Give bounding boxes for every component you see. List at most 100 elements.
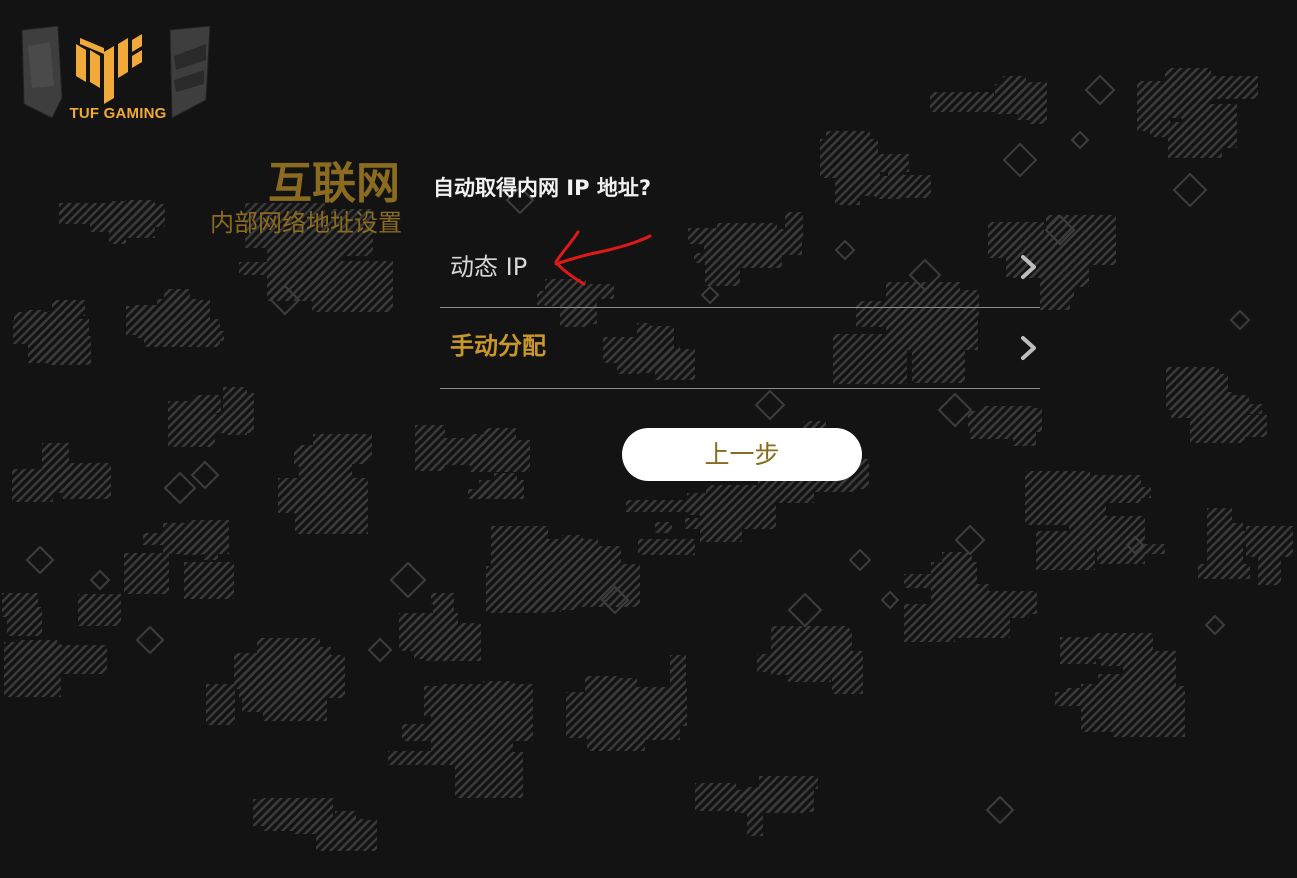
camo-block	[206, 684, 235, 725]
camo-block	[670, 655, 686, 687]
camo-block	[747, 811, 763, 836]
camo-block	[1182, 104, 1237, 148]
camo-diamond	[1172, 172, 1208, 208]
camo-block	[569, 564, 640, 607]
camo-block	[1053, 274, 1074, 299]
camo-block	[21, 663, 57, 677]
camo-block	[193, 395, 221, 413]
camo-block	[1101, 649, 1138, 666]
camo-block	[431, 718, 449, 741]
camo-block	[433, 599, 454, 641]
page-subtitle: 内部网络地址设置	[210, 209, 402, 237]
chevron-right-icon	[1021, 336, 1036, 360]
camo-diamond	[135, 625, 165, 655]
camo-block	[1113, 686, 1185, 737]
camo-block	[1190, 396, 1245, 443]
camo-block	[1118, 487, 1151, 498]
camo-diamond	[1229, 309, 1251, 331]
page-title: 互联网	[268, 158, 400, 209]
camo-block	[626, 500, 697, 512]
camo-block	[1036, 531, 1095, 570]
camo-block	[239, 262, 271, 275]
camo-block	[1105, 530, 1119, 545]
camo-block	[494, 473, 517, 491]
camo-block	[52, 300, 85, 316]
camo-diamond	[937, 392, 973, 428]
camo-block	[13, 320, 44, 344]
camo-block	[930, 92, 994, 112]
camo-block	[278, 478, 309, 513]
camo-block	[179, 420, 219, 431]
camo-diamond	[954, 524, 986, 556]
camo-diamond	[880, 590, 900, 610]
camo-diamond	[848, 548, 872, 572]
brand-name: TUF GAMING	[69, 105, 167, 122]
camo-diamond	[89, 569, 111, 591]
camo-block	[270, 241, 289, 297]
camo-block	[144, 312, 174, 347]
camo-block	[638, 539, 695, 555]
camo-block	[49, 470, 85, 489]
camo-diamond	[163, 471, 197, 505]
camo-block	[860, 171, 880, 196]
camo-block	[826, 131, 870, 172]
camo-block	[294, 251, 324, 295]
camo-block	[655, 522, 672, 533]
camo-block	[248, 665, 315, 700]
camo-diamond	[787, 592, 823, 628]
camo-block	[1030, 91, 1046, 124]
camo-diamond	[754, 389, 786, 421]
camo-diamond	[25, 545, 55, 575]
option-manual-assign[interactable]: 手动分配	[440, 308, 1040, 389]
camo-block	[1228, 523, 1243, 576]
camo-block	[313, 434, 372, 460]
camo-block	[312, 261, 393, 312]
camo-block	[424, 686, 462, 716]
camo-diamond	[367, 637, 393, 663]
camo-diamond	[389, 561, 427, 599]
camo-block	[562, 535, 583, 547]
camo-block	[700, 500, 742, 542]
red-arrow-annotation	[554, 230, 652, 286]
camo-block	[184, 562, 234, 599]
option-manual-assign-label: 手动分配	[450, 332, 546, 360]
camo-block	[455, 752, 523, 798]
camo-block	[30, 644, 53, 657]
camo-diamond	[1002, 142, 1038, 178]
camo-block	[182, 539, 202, 555]
question-heading: 自动取得内网 IP 地址?	[433, 176, 652, 200]
camo-block	[316, 820, 377, 851]
camo-block	[943, 602, 1010, 638]
camo-block	[1180, 76, 1258, 99]
camo-block	[469, 434, 492, 448]
camo-block	[36, 341, 67, 362]
camo-block	[47, 319, 89, 336]
camo-block	[323, 493, 366, 529]
camo-block	[995, 84, 1036, 114]
camo-diamond	[190, 460, 220, 490]
camo-block	[695, 783, 736, 811]
camo-block	[970, 426, 1019, 439]
option-dynamic-ip[interactable]: 动态 IP	[440, 227, 1040, 308]
camo-block	[1060, 637, 1096, 664]
camo-diamond	[1204, 614, 1226, 636]
option-dynamic-ip-label: 动态 IP	[450, 253, 528, 281]
camo-block	[612, 690, 649, 700]
camo-diamond	[1084, 74, 1116, 106]
camo-block	[42, 443, 69, 472]
camo-block	[143, 533, 163, 545]
camo-block	[78, 594, 121, 626]
camo-block	[483, 681, 514, 724]
back-button[interactable]: 上一步	[622, 428, 862, 481]
camo-block	[771, 626, 849, 675]
camo-block	[238, 393, 254, 433]
camo-diamond	[985, 795, 1015, 825]
camo-block	[157, 299, 197, 310]
camo-block	[746, 787, 814, 812]
camo-block	[1246, 526, 1293, 557]
camo-block	[1066, 688, 1092, 698]
camo-block	[942, 552, 972, 589]
chevron-right-icon	[1021, 255, 1036, 279]
camo-block	[253, 799, 318, 826]
camo-block	[124, 553, 169, 594]
